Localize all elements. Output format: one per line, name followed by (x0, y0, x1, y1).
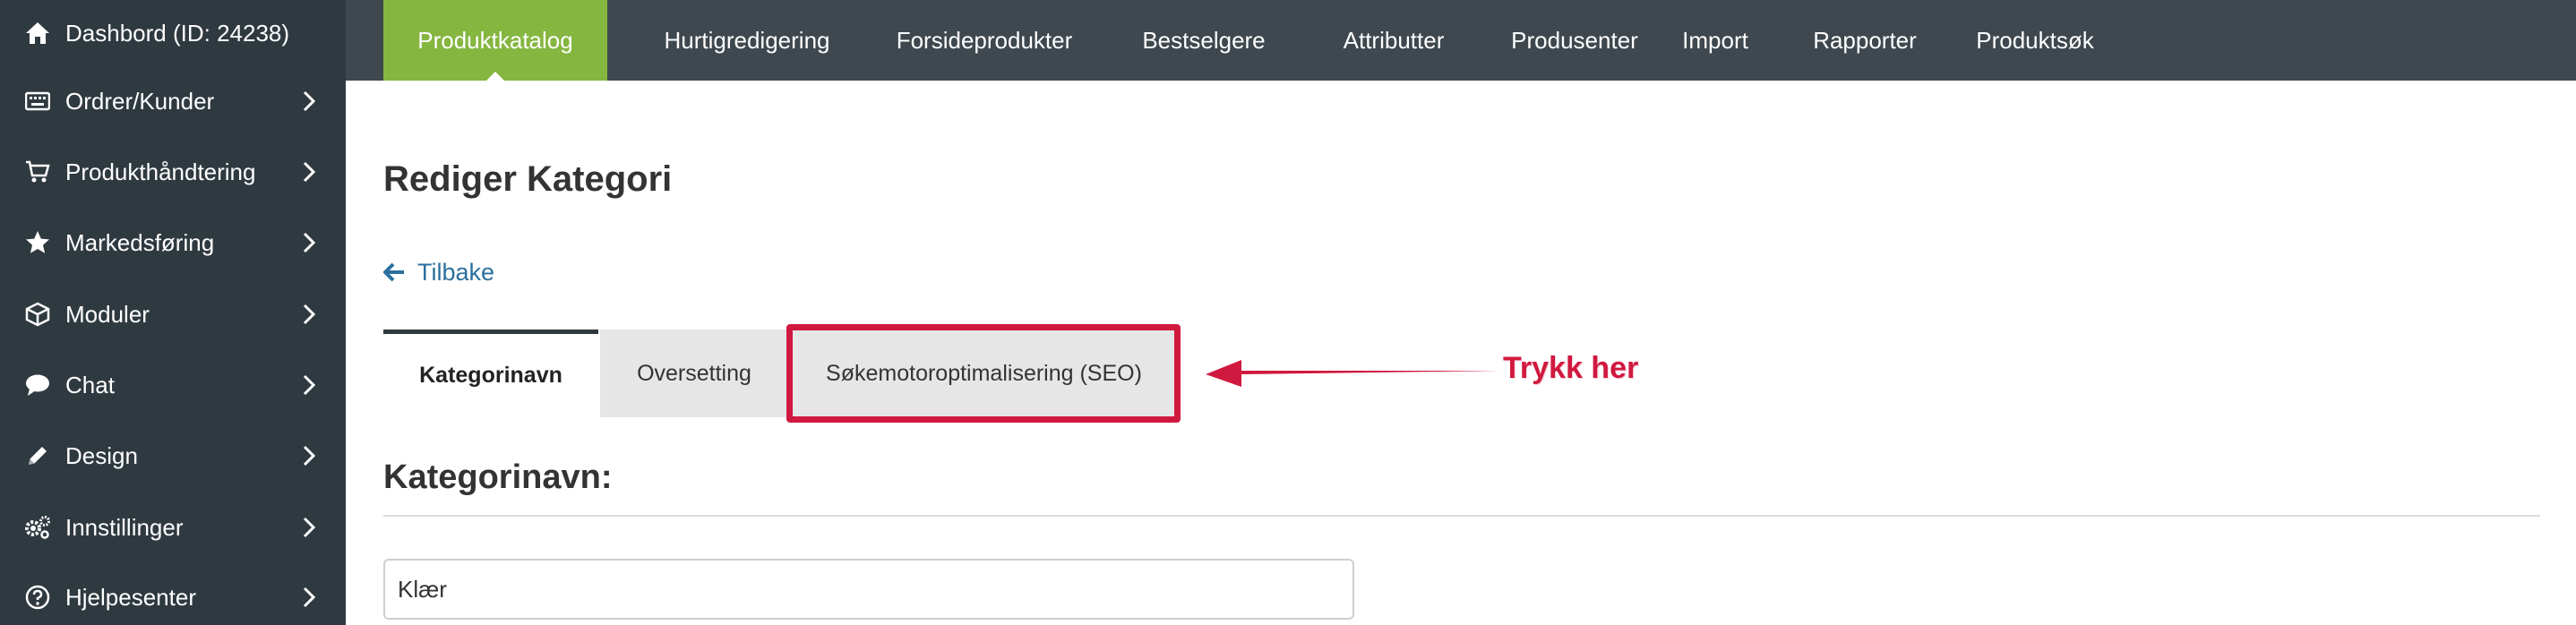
sidebar-item-label: Dashbord (ID: 24238) (65, 19, 290, 47)
gears-icon (23, 513, 52, 542)
chat-bubble-icon (23, 371, 52, 399)
chevron-right-icon (299, 229, 319, 256)
sidebar-item-label: Hjelpesenter (65, 583, 196, 611)
cart-icon (23, 158, 52, 186)
sidebar-item-modules[interactable]: Moduler (0, 283, 346, 346)
tab-label: Import (1682, 26, 1748, 54)
sidebar-item-label: Chat (65, 371, 115, 398)
sidebar: Dashbord (ID: 24238) Ordrer/Kunder Produ… (0, 0, 346, 625)
tab-label: Kategorinavn (419, 363, 562, 388)
back-link[interactable]: Tilbake (383, 256, 494, 288)
sidebar-item-products[interactable]: Produkthåndtering (0, 141, 346, 203)
tab-label: Forsideprodukter (896, 26, 1073, 54)
divider (383, 515, 2540, 517)
sidebar-item-label: Innstillinger (65, 513, 184, 541)
tab-label: Produktsøk (1976, 26, 2094, 54)
category-name-input[interactable] (385, 561, 1352, 618)
sidebar-item-label: Moduler (65, 300, 150, 328)
top-nav: Produktkatalog Hurtigredigering Forsidep… (346, 0, 2576, 81)
sidebar-item-label: Produkthåndtering (65, 158, 256, 185)
sidebar-item-settings[interactable]: Innstillinger (0, 496, 346, 559)
sidebar-item-label: Ordrer/Kunder (65, 87, 215, 115)
tab-label: Oversetting (637, 360, 751, 386)
annotation-arrow-icon (1206, 360, 1501, 387)
sidebar-item-marketing[interactable]: Markedsføring (0, 211, 346, 274)
chevron-right-icon (299, 372, 319, 398)
tab-label: Produsenter (1511, 26, 1638, 54)
star-icon (23, 228, 52, 257)
tab-label: Rapporter (1813, 26, 1917, 54)
back-label: Tilbake (417, 258, 495, 286)
sidebar-item-chat[interactable]: Chat (0, 354, 346, 416)
sidebar-item-help[interactable]: Hjelpesenter (0, 566, 346, 625)
chevron-right-icon (299, 442, 319, 469)
tab-attributter[interactable]: Attributter (1304, 0, 1483, 81)
home-icon (23, 19, 52, 47)
chevron-right-icon (299, 88, 319, 115)
tab-forsideprodukter[interactable]: Forsideprodukter (872, 0, 1096, 81)
tab-produsenter[interactable]: Produsenter (1485, 0, 1664, 81)
tab-import[interactable]: Import (1648, 0, 1782, 81)
page-title: Rediger Kategori (383, 159, 673, 199)
tab-hurtigredigering[interactable]: Hurtigredigering (634, 0, 860, 81)
section-title: Kategorinavn: (383, 458, 613, 496)
tab-label: Attributter (1343, 26, 1445, 54)
sidebar-item-label: Design (65, 441, 138, 469)
tab-label: Bestselgere (1142, 26, 1266, 54)
tab-label: Produktkatalog (417, 26, 573, 54)
annotation-text: Trykk her (1503, 351, 1639, 385)
chevron-right-icon (299, 514, 319, 541)
tab-rapporter[interactable]: Rapporter (1782, 0, 1947, 81)
chevron-right-icon (299, 584, 319, 611)
active-tab-indicator (486, 72, 504, 81)
pencil-icon (23, 441, 52, 470)
keyboard-icon (23, 87, 52, 116)
category-name-input-wrapper (383, 559, 1354, 620)
tab-kategorinavn[interactable]: Kategorinavn (383, 330, 598, 417)
arrow-left-icon (383, 261, 407, 284)
cube-icon (23, 300, 52, 329)
tab-bestselgere[interactable]: Bestselgere (1114, 0, 1293, 81)
tab-produktkatalog[interactable]: Produktkatalog (383, 0, 607, 81)
sidebar-item-dashboard[interactable]: Dashbord (ID: 24238) (0, 2, 346, 64)
sidebar-item-label: Markedsføring (65, 228, 215, 256)
tab-oversetting[interactable]: Oversetting (600, 330, 788, 417)
sidebar-item-orders[interactable]: Ordrer/Kunder (0, 70, 346, 133)
tab-label: Hurtigredigering (664, 26, 830, 54)
highlight-box (786, 324, 1181, 423)
chevron-right-icon (299, 301, 319, 328)
sidebar-item-design[interactable]: Design (0, 424, 346, 487)
chevron-right-icon (299, 158, 319, 185)
help-circle-icon (23, 583, 52, 612)
tab-produktsok[interactable]: Produktsøk (1945, 0, 2125, 81)
